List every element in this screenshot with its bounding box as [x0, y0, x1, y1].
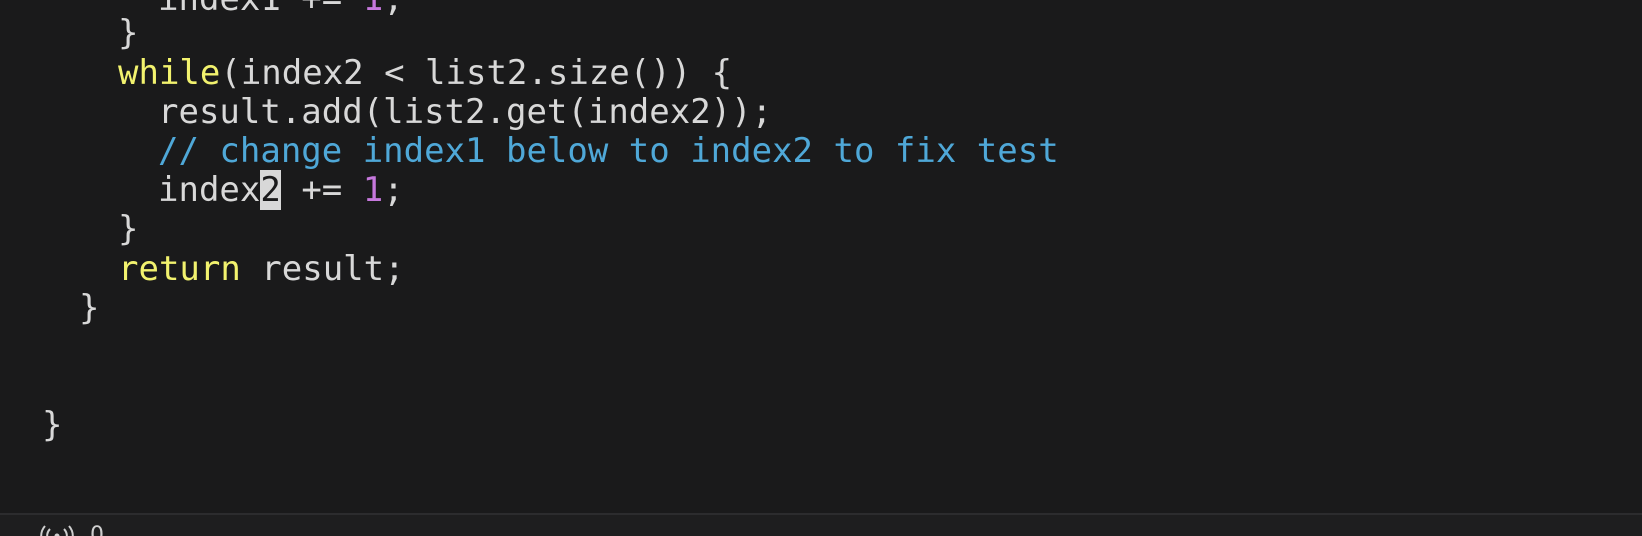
keyword: while [118, 53, 221, 93]
code-text: (index2 < list2.size()) { [220, 53, 733, 93]
code-line: return result; [118, 249, 405, 290]
code-text: result.add(list2.get(index2)); [158, 92, 773, 132]
closing-brace: } [79, 288, 100, 328]
broadcast-icon[interactable] [40, 525, 74, 536]
code-line: } [79, 288, 99, 329]
code-line: } [42, 405, 62, 446]
closing-brace: } [42, 405, 63, 445]
code-line: result.add(list2.get(index2)); [158, 92, 772, 133]
code-comment: // change index1 below to index2 to fix … [158, 131, 1059, 171]
number-literal: 1 [363, 0, 383, 19]
text-cursor[interactable]: 2 [260, 170, 281, 210]
code-editor[interactable]: index1 += 1; } while(index2 < list2.size… [0, 0, 1642, 512]
status-count[interactable]: 0 [90, 525, 104, 536]
code-line: index1 += 1; [158, 0, 404, 20]
code-text: index [158, 170, 261, 210]
code-line: } [118, 13, 138, 54]
code-line: // change index1 below to index2 to fix … [158, 131, 1059, 172]
code-text: += [280, 170, 363, 210]
code-line: index2 += 1; [158, 170, 404, 211]
closing-brace: } [118, 209, 139, 249]
code-text: ; [383, 0, 403, 19]
keyword: return [118, 249, 241, 289]
closing-brace: } [118, 13, 139, 53]
code-text: index1 += [158, 0, 363, 19]
number-literal: 1 [362, 170, 384, 210]
code-line: while(index2 < list2.size()) { [118, 53, 732, 94]
code-text: result; [240, 249, 405, 289]
code-text: ; [383, 170, 404, 210]
status-bar: 0 [0, 515, 1642, 536]
code-line: } [118, 209, 138, 250]
